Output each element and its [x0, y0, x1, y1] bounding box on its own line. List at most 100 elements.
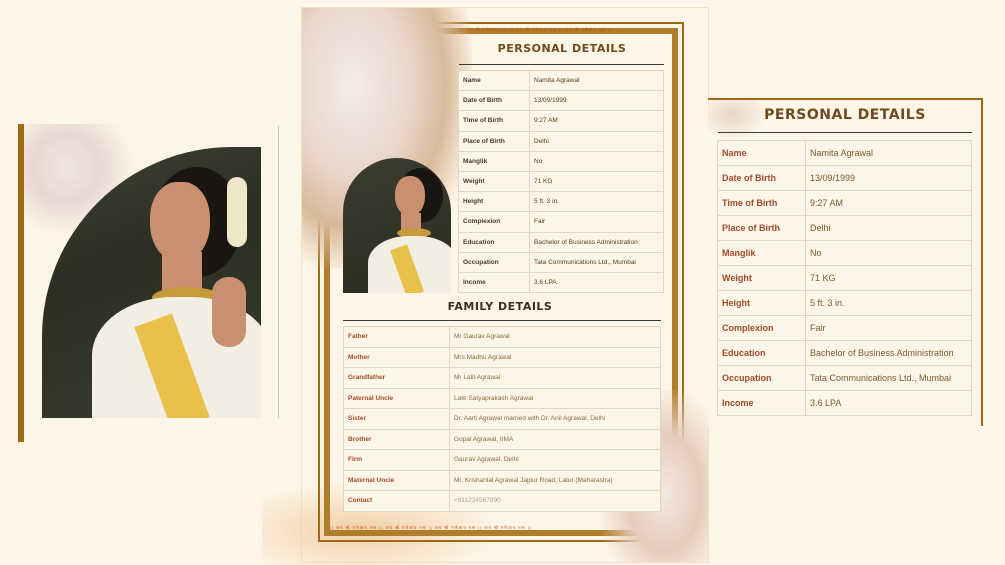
- detail-value: 3.6 LPA: [805, 390, 972, 416]
- detail-label: Time of Birth: [458, 110, 530, 132]
- family-label: Firm: [343, 449, 450, 471]
- detail-value: Tata Communications Ltd., Mumbai: [805, 365, 972, 391]
- right-personal-details-title: PERSONAL DETAILS: [764, 107, 926, 123]
- detail-label: Manglik: [717, 240, 806, 266]
- detail-label: Name: [458, 69, 530, 92]
- detail-label: Time of Birth: [717, 190, 806, 216]
- table-row: Date of Birth 13/09/1999: [458, 90, 664, 112]
- detail-label: Height: [458, 191, 530, 213]
- detail-label: Education: [458, 231, 530, 253]
- table-row: Occupation Tata Communications Ltd., Mumb…: [717, 365, 972, 391]
- detail-value: Bachelor of Business Administration: [529, 231, 664, 253]
- table-row: Education Bachelor of Business Administra…: [458, 231, 664, 253]
- detail-value: 3.6 LPA: [529, 271, 664, 294]
- table-row: Paternal Uncle Late Satyaprakash Agrawal: [343, 387, 661, 409]
- family-value: Late Satyaprakash Agrawal: [449, 387, 661, 409]
- detail-label: Complexion: [458, 211, 530, 233]
- personal-details-table: Name Namita Agrawal Date of Birth 13/09/19…: [458, 69, 664, 294]
- table-row: Height 5 ft. 3 in.: [458, 191, 664, 213]
- table-row: Weight 71 KG: [717, 265, 972, 291]
- right-card-top-border: [708, 98, 983, 100]
- family-label: Brother: [343, 428, 450, 450]
- table-row: Grandfather Mr Lalit Agrawal: [343, 367, 661, 389]
- right-title-underline: [718, 132, 972, 133]
- family-value: Mr Gaurav Agrawal: [449, 326, 661, 348]
- table-row: Complexion Fair: [717, 315, 972, 341]
- detail-value: Namita Agrawal: [529, 69, 664, 92]
- table-row: Place of Birth Delhi: [458, 130, 664, 152]
- detail-label: Occupation: [458, 251, 530, 273]
- detail-value: No: [805, 240, 972, 266]
- table-row: Contact +911234567890: [343, 490, 661, 512]
- table-row: Name Namita Agrawal: [458, 69, 664, 92]
- detail-value: Fair: [805, 315, 972, 341]
- table-row: Place of Birth Delhi: [717, 215, 972, 241]
- detail-label: Weight: [458, 170, 530, 193]
- table-row: Manglik No: [717, 240, 972, 266]
- table-row: Income 3.6 LPA: [717, 390, 972, 416]
- family-value: Dr. Aarti Agrawal married with Dr. Anil …: [449, 408, 661, 430]
- top-border-pattern: || जय श्री गणेशाय नमः || जय श्री गणेशाय …: [460, 27, 613, 32]
- table-row: Firm Gaurav Agrawal, Delhi: [343, 449, 661, 471]
- detail-value: Bachelor of Business Administration: [805, 340, 972, 366]
- table-row: Name Namita Agrawal: [717, 140, 972, 166]
- detail-value: 9:27 AM: [529, 110, 664, 132]
- family-label: Paternal Uncle: [343, 387, 450, 409]
- left-gold-bar: [18, 124, 24, 442]
- family-label: Grandfather: [343, 367, 450, 389]
- family-value: Mrs Madhu Agrawal: [449, 346, 661, 368]
- detail-label: Occupation: [717, 365, 806, 391]
- family-details-title: FAMILY DETAILS: [447, 300, 553, 313]
- contact-value: +911234567890: [449, 490, 661, 512]
- table-row: Mother Mrs Madhu Agrawal: [343, 346, 661, 368]
- detail-value: Namita Agrawal: [805, 140, 972, 166]
- table-row: Sister Dr. Aarti Agrawal married with Dr.…: [343, 408, 661, 430]
- table-row: Manglik No: [458, 150, 664, 172]
- detail-label: Date of Birth: [458, 90, 530, 112]
- table-row: Father Mr Gaurav Agrawal: [343, 326, 661, 348]
- family-details-table: Father Mr Gaurav Agrawal Mother Mrs Madhu …: [343, 326, 661, 512]
- table-row: Brother Gopal Agrawal, IIMA: [343, 428, 661, 450]
- right-card-side-border: [981, 98, 983, 426]
- table-row: Time of Birth 9:27 AM: [458, 110, 664, 132]
- detail-value: Delhi: [805, 215, 972, 241]
- family-label: Contact: [343, 490, 450, 512]
- family-label: Sister: [343, 408, 450, 430]
- family-value: Gaurav Agrawal, Delhi: [449, 449, 661, 471]
- table-row: Complexion Fair: [458, 211, 664, 233]
- detail-value: 9:27 AM: [805, 190, 972, 216]
- detail-label: Place of Birth: [458, 130, 530, 152]
- card-portrait-photo: [343, 158, 451, 293]
- detail-value: Fair: [529, 211, 664, 233]
- family-value: Mr. Krishanlal Agrawal Jajpur Road, Latu…: [449, 469, 661, 491]
- table-row: Date of Birth 13/09/1999: [717, 165, 972, 191]
- table-row: Income 3.6 LPA: [458, 271, 664, 294]
- table-row: Maternal Uncle Mr. Krishanlal Agrawal Jaj…: [343, 469, 661, 491]
- table-row: Height 5 ft. 3 in.: [717, 290, 972, 316]
- table-row: Education Bachelor of Business Administra…: [717, 340, 972, 366]
- detail-label: Place of Birth: [717, 215, 806, 241]
- detail-label: Name: [717, 140, 806, 166]
- detail-label: Education: [717, 340, 806, 366]
- detail-value: Delhi: [529, 130, 664, 152]
- detail-label: Manglik: [458, 150, 530, 172]
- family-value: Mr Lalit Agrawal: [449, 367, 661, 389]
- table-row: Weight 71 KG: [458, 170, 664, 193]
- left-divider-line: [278, 126, 279, 418]
- detail-label: Income: [717, 390, 806, 416]
- detail-label: Income: [458, 271, 530, 294]
- bottom-border-pattern: || जय श्री गणेशाय नमः || जय श्री गणेशाय …: [330, 525, 532, 530]
- family-label: Father: [343, 326, 450, 348]
- detail-value: No: [529, 150, 664, 172]
- family-label: Mother: [343, 346, 450, 368]
- detail-value: 71 KG: [529, 170, 664, 193]
- detail-value: 5 ft. 3 in.: [529, 191, 664, 213]
- detail-label: Height: [717, 290, 806, 316]
- detail-value: 13/09/1999: [529, 90, 664, 112]
- detail-label: Date of Birth: [717, 165, 806, 191]
- right-personal-details-table: Name Namita Agrawal Date of Birth 13/09/19…: [717, 140, 972, 416]
- table-row: Time of Birth 9:27 AM: [717, 190, 972, 216]
- table-row: Occupation Tata Communications Ltd., Mumb…: [458, 251, 664, 273]
- detail-label: Complexion: [717, 315, 806, 341]
- detail-value: Tata Communications Ltd., Mumbai: [529, 251, 664, 273]
